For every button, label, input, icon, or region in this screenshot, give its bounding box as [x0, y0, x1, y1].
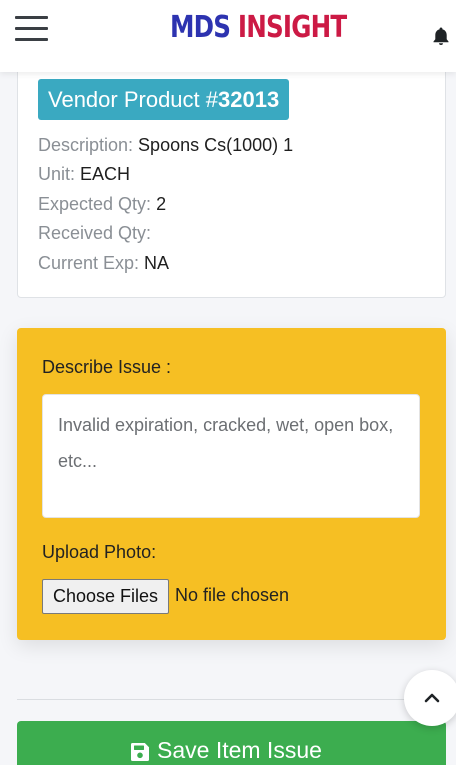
vendor-product-prefix: Vendor Product # [48, 87, 219, 112]
unit-label: Unit: [38, 164, 76, 184]
upload-photo-label: Upload Photo: [42, 542, 157, 562]
description-label: Description: [38, 135, 134, 155]
description-row: Description: Spoons Cs(1000) 1 [38, 134, 293, 156]
expected-qty-row: Expected Qty: 2 [38, 193, 166, 215]
choose-files-button[interactable]: Choose Files [42, 579, 169, 614]
brand-logo[interactable]: MDS INSIGHT [170, 8, 347, 48]
unit-row: Unit: EACH [38, 163, 130, 185]
scroll-to-top-button[interactable] [404, 670, 456, 726]
hamburger-menu-icon[interactable] [15, 16, 48, 42]
logo-text-insight: INSIGHT [230, 10, 347, 45]
vendor-product-badge: Vendor Product #32013 [38, 79, 290, 120]
current-exp-value: NA [139, 253, 170, 273]
description-value: Spoons Cs(1000) 1 [133, 135, 294, 155]
logo-text-mds: MDS [170, 10, 231, 45]
divider [17, 699, 446, 700]
top-navbar: MDS INSIGHT [0, 0, 456, 72]
received-qty-row: Received Qty: [38, 222, 151, 244]
describe-issue-textarea[interactable] [42, 394, 420, 518]
vendor-product-number: 32013 [218, 87, 280, 112]
describe-issue-label: Describe Issue : [42, 357, 172, 377]
expected-qty-label: Expected Qty: [38, 194, 152, 214]
bell-icon[interactable] [431, 26, 451, 46]
unit-value: EACH [75, 164, 131, 184]
received-qty-label: Received Qty: [38, 223, 152, 243]
no-file-chosen-text: No file chosen [175, 585, 290, 605]
current-exp-row: Current Exp: NA [38, 252, 169, 274]
expected-qty-value: 2 [151, 194, 167, 214]
chevron-up-icon [424, 693, 440, 703]
save-item-issue-button[interactable]: Save Item Issue [17, 721, 446, 765]
floppy-disk-icon [129, 741, 151, 765]
current-exp-label: Current Exp: [38, 253, 140, 273]
save-item-issue-label: Save Item Issue [157, 737, 322, 763]
